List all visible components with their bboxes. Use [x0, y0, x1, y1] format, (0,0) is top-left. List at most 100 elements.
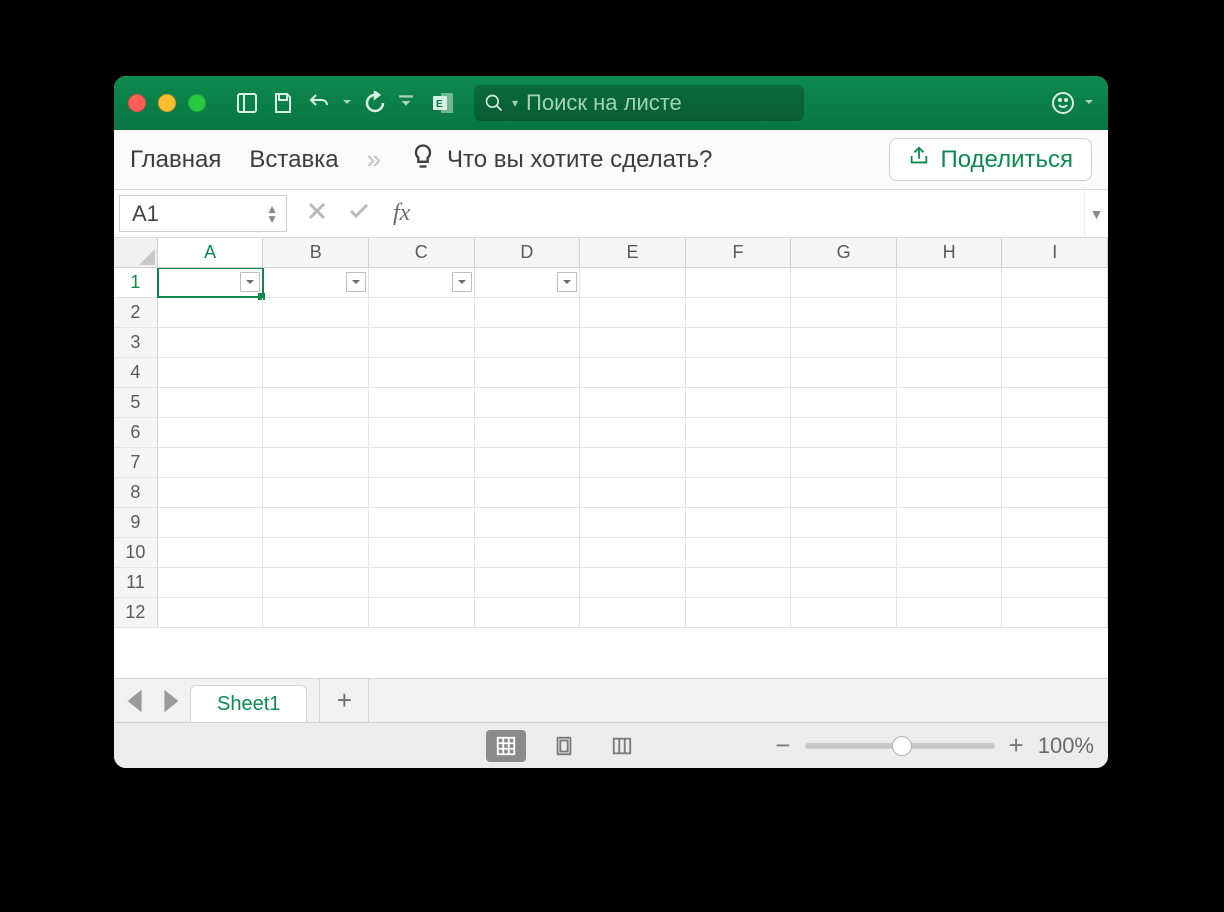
sheet-tab-active[interactable]: Sheet1 — [190, 685, 307, 723]
cell[interactable] — [158, 268, 264, 297]
cell[interactable] — [158, 328, 264, 357]
cell[interactable] — [897, 328, 1003, 357]
cell[interactable] — [580, 478, 686, 507]
cell[interactable] — [1002, 268, 1108, 297]
cell[interactable] — [369, 298, 475, 327]
cell[interactable] — [686, 268, 792, 297]
cell[interactable] — [475, 358, 581, 387]
cell[interactable] — [686, 478, 792, 507]
cell[interactable] — [791, 448, 897, 477]
cell[interactable] — [158, 298, 264, 327]
cell[interactable] — [475, 508, 581, 537]
close-window-button[interactable] — [128, 94, 146, 112]
cell[interactable] — [158, 508, 264, 537]
redo-icon[interactable] — [362, 90, 388, 116]
zoom-window-button[interactable] — [188, 94, 206, 112]
formula-input[interactable] — [428, 190, 1084, 237]
view-normal-button[interactable] — [486, 730, 526, 762]
cell[interactable] — [263, 388, 369, 417]
cell[interactable] — [158, 538, 264, 567]
cell[interactable] — [791, 358, 897, 387]
name-box[interactable]: A1 ▲▼ — [119, 195, 287, 232]
cell[interactable] — [369, 568, 475, 597]
cell[interactable] — [475, 478, 581, 507]
zoom-slider[interactable] — [805, 743, 995, 749]
cell[interactable] — [1002, 568, 1108, 597]
cell[interactable] — [369, 388, 475, 417]
cell[interactable] — [475, 418, 581, 447]
fx-label[interactable]: fx — [393, 200, 410, 227]
cell[interactable] — [475, 448, 581, 477]
cell[interactable] — [897, 298, 1003, 327]
cell[interactable] — [580, 538, 686, 567]
column-header[interactable]: C — [369, 238, 475, 267]
cell[interactable] — [158, 598, 264, 627]
sheet-search-input[interactable] — [526, 90, 794, 116]
cell[interactable] — [791, 568, 897, 597]
row-header[interactable]: 8 — [114, 478, 158, 507]
cell[interactable] — [897, 508, 1003, 537]
minimize-window-button[interactable] — [158, 94, 176, 112]
cell[interactable] — [897, 418, 1003, 447]
cell[interactable] — [1002, 448, 1108, 477]
select-all-corner[interactable] — [114, 238, 158, 267]
customize-qat-icon[interactable] — [398, 93, 414, 114]
filter-dropdown-icon[interactable] — [452, 272, 472, 292]
cell[interactable] — [791, 538, 897, 567]
cell[interactable] — [1002, 508, 1108, 537]
row-header[interactable]: 2 — [114, 298, 158, 327]
filter-dropdown-icon[interactable] — [240, 272, 260, 292]
cell[interactable] — [686, 448, 792, 477]
name-box-stepper[interactable]: ▲▼ — [266, 204, 278, 224]
cell[interactable] — [686, 598, 792, 627]
cell[interactable] — [263, 448, 369, 477]
cell[interactable] — [791, 328, 897, 357]
cell[interactable] — [475, 388, 581, 417]
row-header[interactable]: 7 — [114, 448, 158, 477]
cell[interactable] — [791, 478, 897, 507]
cell[interactable] — [158, 568, 264, 597]
column-header[interactable]: B — [263, 238, 369, 267]
column-header[interactable]: D — [475, 238, 581, 267]
cell[interactable] — [263, 568, 369, 597]
save-icon[interactable] — [270, 90, 296, 116]
cell[interactable] — [369, 538, 475, 567]
cell[interactable] — [369, 598, 475, 627]
cell[interactable] — [1002, 598, 1108, 627]
zoom-out-button[interactable]: − — [775, 730, 790, 761]
cell[interactable] — [1002, 358, 1108, 387]
cell[interactable] — [263, 538, 369, 567]
row-header[interactable]: 9 — [114, 508, 158, 537]
cell[interactable] — [158, 418, 264, 447]
cell[interactable] — [791, 598, 897, 627]
row-header[interactable]: 12 — [114, 598, 158, 627]
cell[interactable] — [475, 328, 581, 357]
cell[interactable] — [580, 568, 686, 597]
cell[interactable] — [1002, 328, 1108, 357]
cell[interactable] — [369, 328, 475, 357]
cell[interactable] — [686, 508, 792, 537]
tab-home[interactable]: Главная — [130, 146, 221, 174]
feedback-smile-icon[interactable] — [1050, 90, 1076, 116]
cell[interactable] — [686, 388, 792, 417]
cell[interactable] — [686, 328, 792, 357]
cell[interactable] — [897, 568, 1003, 597]
cell[interactable] — [580, 418, 686, 447]
cell[interactable] — [580, 388, 686, 417]
cell[interactable] — [475, 568, 581, 597]
cell[interactable] — [580, 328, 686, 357]
cell[interactable] — [158, 448, 264, 477]
row-header[interactable]: 10 — [114, 538, 158, 567]
cell[interactable] — [791, 298, 897, 327]
filter-dropdown-icon[interactable] — [557, 272, 577, 292]
row-header[interactable]: 4 — [114, 358, 158, 387]
zoom-level[interactable]: 100% — [1038, 733, 1094, 759]
cell[interactable] — [580, 448, 686, 477]
cell[interactable] — [580, 508, 686, 537]
cell[interactable] — [580, 298, 686, 327]
column-header[interactable]: G — [791, 238, 897, 267]
row-header[interactable]: 11 — [114, 568, 158, 597]
tab-insert[interactable]: Вставка — [249, 146, 338, 174]
row-header[interactable]: 3 — [114, 328, 158, 357]
cell[interactable] — [369, 418, 475, 447]
